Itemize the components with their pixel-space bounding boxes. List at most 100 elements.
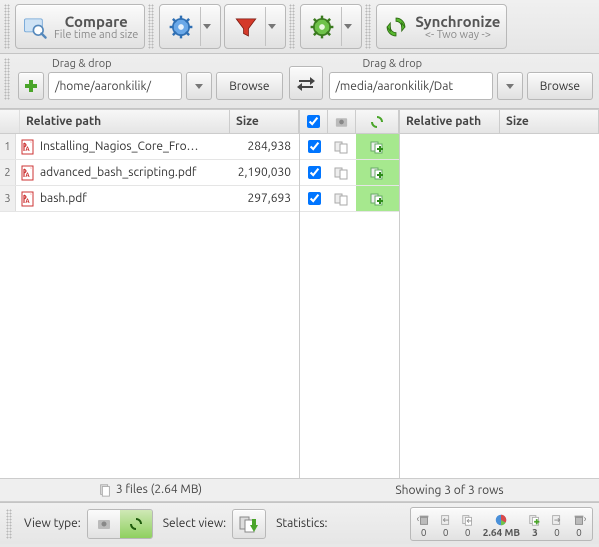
right-path-text: /media/aaronkilik/Dat: [336, 80, 454, 93]
relpath-label: Relative path: [26, 115, 101, 128]
stat-value: 0: [421, 527, 427, 538]
table-row[interactable]: 2Aadvanced_bash_scripting.pdf2,190,030: [0, 160, 299, 186]
pdf-icon: A: [20, 139, 36, 155]
row-category-cell[interactable]: [328, 139, 356, 155]
row-checkbox-cell[interactable]: [300, 140, 328, 153]
left-file-panel: Relative path Size 1AInstalling_Nagios_C…: [0, 110, 300, 478]
left-header-relpath[interactable]: Relative path: [20, 110, 230, 133]
size-label: Size: [236, 115, 259, 128]
mid-header-category[interactable]: [328, 110, 356, 133]
copy-left-icon: [461, 513, 475, 527]
update-right-icon: [550, 513, 564, 527]
stat-value: 3: [532, 527, 538, 538]
copy-right-new-icon: [238, 513, 260, 535]
view-type-category[interactable]: [88, 510, 120, 538]
size-label: Size: [506, 115, 529, 128]
files-icon: [98, 483, 112, 497]
gear-blue-icon: [168, 14, 194, 40]
filter-dropdown[interactable]: [265, 7, 277, 46]
file-name: Installing_Nagios_Core_Fro…: [40, 140, 199, 153]
row-checkbox-cell[interactable]: [300, 192, 328, 205]
chevron-down-icon: [268, 24, 276, 29]
bottom-grip: [6, 509, 12, 539]
statistics-label: Statistics:: [276, 517, 327, 530]
compare-title: Compare: [65, 13, 128, 30]
view-type-label: View type:: [24, 517, 81, 530]
file-name-cell: A Installing_Nagios_Core_Fro…: [16, 139, 210, 155]
toolbar-grip: [148, 4, 154, 49]
sync-settings-button[interactable]: [300, 4, 362, 49]
sync-settings-dropdown[interactable]: [341, 7, 353, 46]
left-path-input[interactable]: /home/aaronkilik/: [48, 72, 182, 100]
compare-button[interactable]: Compare File time and size: [15, 4, 145, 49]
select-view-label: Select view:: [163, 517, 226, 530]
browse-label: Browse: [229, 80, 269, 93]
swap-sides-button[interactable]: [289, 66, 323, 100]
category-icon: [96, 516, 112, 532]
left-browse-button[interactable]: Browse: [216, 72, 282, 100]
row-checkbox[interactable]: [308, 192, 321, 205]
toolbar-grip: [365, 4, 371, 49]
table-row[interactable]: 1AInstalling_Nagios_Core_Fro…284,938: [0, 134, 299, 160]
left-path-dropdown[interactable]: [186, 72, 212, 100]
action-row: [300, 186, 399, 212]
row-checkbox-cell[interactable]: [300, 166, 328, 179]
row-action-cell[interactable]: [356, 134, 399, 159]
trash-left-icon: [417, 513, 431, 527]
sync-small-icon: [369, 114, 385, 130]
stat-delete-left: 0: [417, 513, 431, 538]
row-checkbox[interactable]: [308, 140, 321, 153]
left-drag-label: Drag & drop: [18, 58, 283, 70]
select-view-button[interactable]: [232, 509, 266, 539]
left-file-count: 3 files (2.64 MB): [116, 483, 202, 497]
file-name: bash.pdf: [40, 192, 87, 205]
chevron-down-icon: [506, 84, 514, 89]
pie-chart-icon: [494, 513, 508, 527]
left-path-text: /home/aaronkilik/: [55, 80, 151, 93]
right-path-input[interactable]: /media/aaronkilik/Dat: [329, 72, 493, 100]
right-header-relpath[interactable]: Relative path: [400, 110, 500, 133]
synchronize-title: Synchronize: [415, 13, 500, 30]
settings-dropdown[interactable]: [200, 7, 212, 46]
synchronize-subtitle: <- Two way ->: [425, 30, 491, 41]
chevron-down-icon: [203, 24, 211, 29]
view-type-action[interactable]: [120, 510, 152, 538]
left-header-size[interactable]: Size: [230, 110, 299, 133]
stat-value: 2.64 MB: [483, 527, 520, 538]
browse-label: Browse: [540, 80, 580, 93]
row-action-cell[interactable]: [356, 160, 399, 185]
view-type-toggle[interactable]: [87, 509, 153, 539]
row-action-cell[interactable]: [356, 186, 399, 211]
file-size-cell: 284,938: [210, 140, 299, 153]
row-category-cell[interactable]: [328, 191, 356, 207]
mid-header-action[interactable]: [356, 110, 399, 133]
row-checkbox[interactable]: [308, 166, 321, 179]
settings-button[interactable]: [159, 4, 221, 49]
relpath-label: Relative path: [406, 115, 481, 128]
mid-header-check[interactable]: [300, 110, 328, 133]
right-browse-button[interactable]: Browse: [527, 72, 593, 100]
pdf-icon: A: [20, 165, 36, 181]
synchronize-button[interactable]: Synchronize <- Two way ->: [376, 4, 507, 49]
file-name-cell: Abash.pdf: [16, 191, 210, 207]
swap-icon: [296, 73, 316, 93]
filter-button[interactable]: [224, 4, 286, 49]
select-all-checkbox[interactable]: [307, 115, 320, 128]
copy-right-icon: [528, 513, 542, 527]
category-icon: [334, 114, 349, 130]
stat-delete-right: 0: [572, 513, 586, 538]
statistics-box: 0 0 0 2.64 MB 3 0 0: [410, 507, 593, 541]
stat-value: 0: [443, 527, 449, 538]
row-category-cell[interactable]: [328, 165, 356, 181]
row-number: 3: [0, 186, 16, 211]
right-path-dropdown[interactable]: [497, 72, 523, 100]
action-row: [300, 134, 399, 160]
right-header-size[interactable]: Size: [500, 110, 599, 133]
stat-copy-right: 3: [528, 513, 542, 538]
file-size-cell: 297,693: [210, 192, 299, 205]
left-add-folder-button[interactable]: [18, 72, 44, 100]
showing-rows: Showing 3 of 3 rows: [395, 484, 503, 497]
table-row[interactable]: 3Abash.pdf297,693: [0, 186, 299, 212]
compare-icon: [22, 14, 48, 40]
rownum-header: [0, 110, 20, 133]
